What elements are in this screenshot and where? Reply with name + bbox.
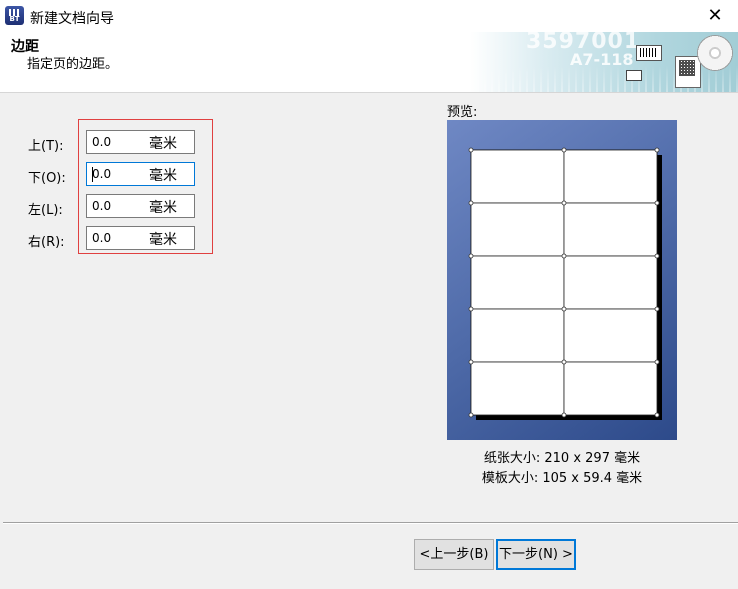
preview-label-cell xyxy=(470,361,565,416)
cell-corner-handle xyxy=(468,147,474,153)
left-margin-input[interactable]: 0.0 毫米 xyxy=(86,194,195,218)
preview-label-cell xyxy=(563,255,658,310)
right-margin-label: 右(R): xyxy=(28,235,65,250)
cell-corner-handle xyxy=(654,306,660,312)
bottom-margin-input[interactable]: 0.0 毫米 xyxy=(86,162,195,186)
cell-corner-handle xyxy=(654,200,660,206)
right-margin-unit: 毫米 xyxy=(149,232,177,248)
preview-label-cell xyxy=(470,202,565,257)
label-layout-preview xyxy=(468,147,662,420)
back-button[interactable]: <上一步(B) xyxy=(414,539,494,570)
right-margin-value: 0.0 xyxy=(92,231,112,245)
close-icon[interactable]: ✕ xyxy=(692,0,738,32)
right-margin-input[interactable]: 0.0 毫米 xyxy=(86,226,195,250)
left-margin-unit: 毫米 xyxy=(149,200,177,216)
wizard-header: 边距 指定页的边距。 3597001 A7-118 xyxy=(0,32,738,93)
preview-label-cell xyxy=(563,149,658,204)
preview-label-cell xyxy=(563,308,658,363)
preview-label: 预览: xyxy=(447,105,478,120)
cell-corner-handle xyxy=(561,147,567,153)
barcode-icon xyxy=(636,45,662,61)
next-button[interactable]: 下一步(N) > xyxy=(496,539,576,570)
top-margin-label: 上(T): xyxy=(28,139,64,154)
small-label-icon xyxy=(626,70,642,81)
cell-corner-handle xyxy=(654,359,660,365)
cell-corner-handle xyxy=(561,412,567,418)
bottom-margin-label: 下(O): xyxy=(28,171,66,186)
window-title: 新建文档向导 xyxy=(30,11,114,27)
cell-corner-handle xyxy=(561,253,567,259)
qr-label-icon xyxy=(675,56,701,88)
app-icon: BT xyxy=(5,6,24,25)
cell-corner-handle xyxy=(654,253,660,259)
cell-corner-handle xyxy=(468,253,474,259)
preview-label-cell xyxy=(470,308,565,363)
footer-separator xyxy=(3,522,738,524)
cell-corner-handle xyxy=(468,359,474,365)
cell-corner-handle xyxy=(561,306,567,312)
cell-corner-handle xyxy=(468,306,474,312)
bottom-margin-value: 0.0 xyxy=(92,167,112,181)
top-margin-value: 0.0 xyxy=(92,135,112,149)
banner-code: A7-118 xyxy=(570,50,634,69)
cell-corner-handle xyxy=(654,412,660,418)
left-margin-value: 0.0 xyxy=(92,199,112,213)
cell-corner-handle xyxy=(561,200,567,206)
left-margin-label: 左(L): xyxy=(28,203,63,218)
cell-corner-handle xyxy=(468,200,474,206)
title-bar: BT 新建文档向导 ✕ xyxy=(0,0,738,32)
preview-label-cell xyxy=(470,255,565,310)
top-margin-unit: 毫米 xyxy=(149,136,177,152)
preview-label-cell xyxy=(470,149,565,204)
disc-icon xyxy=(697,35,733,71)
preview-label-cell xyxy=(563,361,658,416)
cell-corner-handle xyxy=(654,147,660,153)
header-banner-image: 3597001 A7-118 xyxy=(470,32,738,92)
preview-panel xyxy=(447,120,677,440)
cell-corner-handle xyxy=(468,412,474,418)
cell-corner-handle xyxy=(561,359,567,365)
preview-label-cell xyxy=(563,202,658,257)
template-size-text: 模板大小: 105 x 59.4 毫米 xyxy=(481,471,643,486)
paper-size-text: 纸张大小: 210 x 297 毫米 xyxy=(483,451,641,466)
top-margin-input[interactable]: 0.0 毫米 xyxy=(86,130,195,154)
bottom-margin-unit: 毫米 xyxy=(149,168,177,184)
page-subtitle: 指定页的边距。 xyxy=(27,57,119,72)
